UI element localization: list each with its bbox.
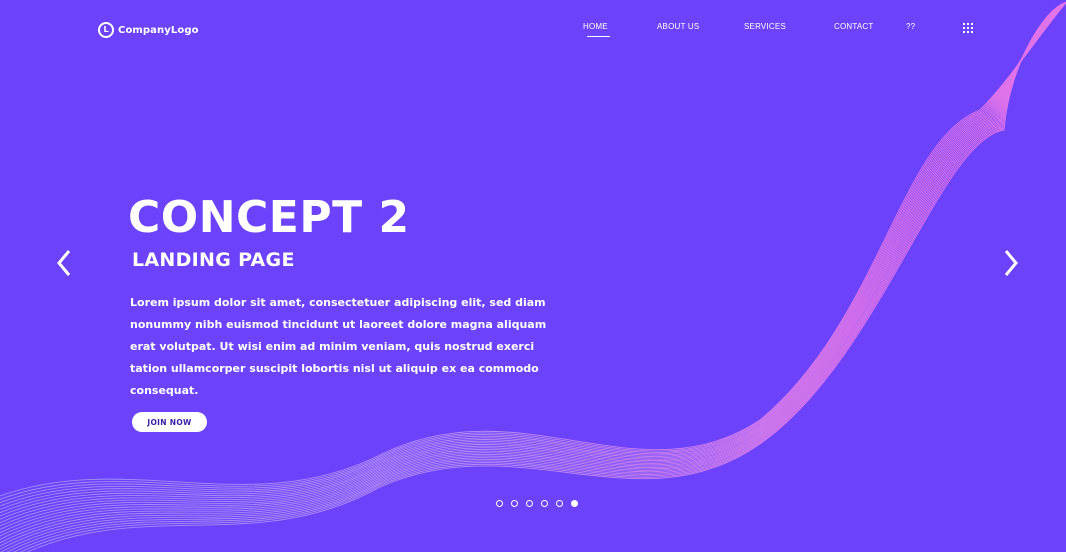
carousel-dot[interactable] xyxy=(496,500,503,507)
chevron-right-icon[interactable] xyxy=(1002,248,1020,278)
wave-line xyxy=(19,2,1066,552)
nav-item-contact[interactable]: CONTACT xyxy=(834,22,873,31)
join-now-button[interactable]: JOIN NOW xyxy=(132,412,207,432)
nav-item-home[interactable]: HOME xyxy=(583,22,610,37)
hero-title: CONCEPT 2 xyxy=(128,192,410,243)
wave-line xyxy=(13,2,1066,552)
wave-line xyxy=(0,2,1066,552)
wave-line xyxy=(0,2,1066,547)
grid-menu-icon[interactable] xyxy=(963,23,973,33)
wave-line xyxy=(0,2,1066,544)
carousel-dot[interactable] xyxy=(526,500,533,507)
company-logo[interactable]: L CompanyLogo xyxy=(98,22,199,38)
wave-line xyxy=(6,2,1066,552)
logo-text: CompanyLogo xyxy=(118,24,199,36)
carousel-dot[interactable] xyxy=(541,500,548,507)
wave-background xyxy=(0,1,1066,552)
wave-lines xyxy=(0,1,1066,552)
carousel-dot-active[interactable] xyxy=(571,500,578,507)
chevron-left-icon[interactable] xyxy=(55,248,73,278)
nav-item-about-us[interactable]: ABOUT US xyxy=(657,22,699,31)
hero-subtitle: LANDING PAGE xyxy=(132,249,295,271)
carousel-pagination xyxy=(496,500,578,507)
hero-body-text: Lorem ipsum dolor sit amet, consectetuer… xyxy=(130,296,547,397)
carousel-dot[interactable] xyxy=(556,500,563,507)
logo-icon: L xyxy=(98,22,114,38)
nav-item-services[interactable]: SERVICES xyxy=(744,22,786,31)
carousel-dot[interactable] xyxy=(511,500,518,507)
nav-item-unknown[interactable]: ?? xyxy=(906,22,915,31)
wave-line xyxy=(26,2,1066,552)
